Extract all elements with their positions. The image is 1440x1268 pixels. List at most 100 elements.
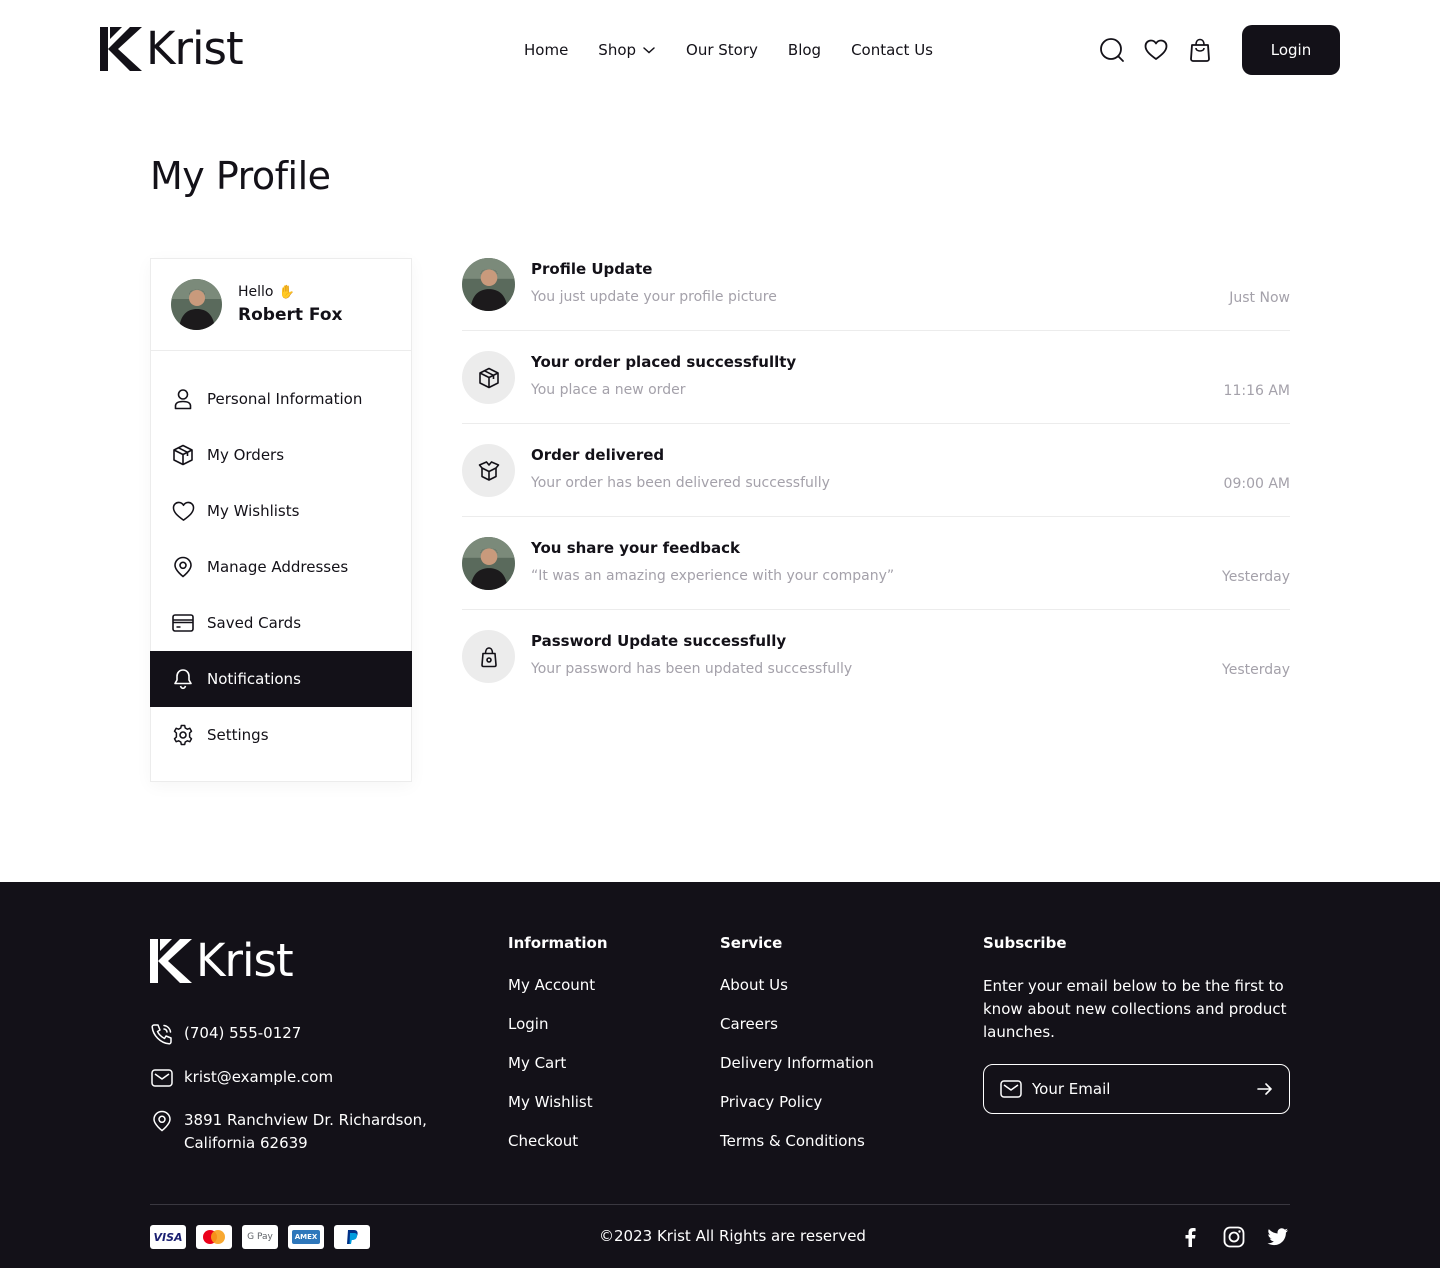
site-header: Krist Home Shop Our Story Blog Contact U…: [0, 0, 1440, 100]
footer-address: 3891 Ranchview Dr. Richardson, Californi…: [150, 1109, 427, 1155]
sidebar-menu: Personal Information My Orders My Wishli…: [150, 351, 412, 763]
footer-subscribe-column: Subscribe Enter your email below to be t…: [983, 933, 1293, 1114]
brand-logo[interactable]: Krist: [100, 22, 244, 75]
brand-name: Krist: [146, 22, 244, 75]
notification-description: Your password has been updated successfu…: [531, 661, 853, 677]
footer-information-column: Information My Account Login My Cart My …: [508, 933, 608, 1170]
amex-icon: AMEX: [288, 1225, 324, 1249]
footer-divider: [150, 1204, 1290, 1205]
notification-title: Password Update successfully: [531, 632, 787, 650]
notification-item[interactable]: Order delivered Your order has been deli…: [462, 424, 1290, 517]
subscribe-heading: Subscribe: [983, 934, 1067, 952]
notification-title: Profile Update: [531, 260, 653, 278]
mail-icon: [1000, 1079, 1022, 1099]
sidebar-item-my-orders[interactable]: My Orders: [151, 427, 411, 483]
avatar: [171, 279, 222, 330]
page-title: My Profile: [150, 154, 331, 198]
phone-icon: [150, 1022, 174, 1046]
notification-description: “It was an amazing experience with your …: [531, 568, 895, 584]
notification-item[interactable]: You share your feedback “It was an amazi…: [462, 517, 1290, 610]
sidebar-item-saved-cards[interactable]: Saved Cards: [151, 595, 411, 651]
brand-name: Krist: [196, 934, 294, 987]
footer-link-my-cart[interactable]: My Cart: [508, 1053, 608, 1073]
footer-link-careers[interactable]: Careers: [720, 1014, 874, 1034]
subscribe-email-input[interactable]: [1032, 1080, 1257, 1098]
nav-home[interactable]: Home: [524, 38, 568, 62]
facebook-icon[interactable]: [1178, 1225, 1202, 1249]
location-icon: [171, 555, 195, 579]
greeting: Hello ✋: [238, 284, 342, 300]
avatar: [462, 537, 515, 590]
notification-item[interactable]: Password Update successfully Your passwo…: [462, 610, 1290, 703]
nav-shop[interactable]: Shop: [598, 38, 656, 62]
gear-icon: [171, 723, 195, 747]
footer-link-my-wishlist[interactable]: My Wishlist: [508, 1092, 608, 1112]
payment-methods: VISA G Pay AMEX: [150, 1225, 380, 1249]
notification-item[interactable]: Profile Update You just update your prof…: [462, 238, 1290, 331]
lock-icon: [462, 630, 515, 683]
cart-bag-icon[interactable]: [1187, 37, 1213, 63]
sidebar-item-my-wishlists[interactable]: My Wishlists: [151, 483, 411, 539]
footer-brand-logo[interactable]: Krist: [150, 934, 294, 987]
user-name: Robert Fox: [238, 305, 343, 325]
instagram-icon[interactable]: [1222, 1225, 1246, 1249]
login-button[interactable]: Login: [1242, 25, 1340, 75]
footer-email[interactable]: krist@example.com: [150, 1066, 333, 1090]
nav-our-story[interactable]: Our Story: [686, 38, 758, 62]
nav-shop-label: Shop: [598, 41, 637, 59]
footer-service-column: Service About Us Careers Delivery Inform…: [720, 933, 874, 1170]
social-links: [1178, 1225, 1310, 1249]
sidebar-item-label: My Wishlists: [207, 502, 300, 520]
nav-contact-us[interactable]: Contact Us: [851, 38, 933, 62]
main-nav: Home Shop Our Story Blog Contact Us: [524, 38, 963, 62]
notification-time: Yesterday: [1222, 662, 1290, 678]
profile-sidebar: Hello ✋ Robert Fox Personal Information …: [150, 258, 412, 782]
arrow-right-icon[interactable]: [1257, 1082, 1273, 1096]
sidebar-item-settings[interactable]: Settings: [151, 707, 411, 763]
location-icon: [150, 1109, 174, 1133]
sidebar-item-personal-information[interactable]: Personal Information: [151, 371, 411, 427]
user-icon: [171, 387, 195, 411]
email-text: krist@example.com: [184, 1068, 334, 1086]
sidebar-item-label: Manage Addresses: [207, 558, 349, 576]
footer-link-login[interactable]: Login: [508, 1014, 608, 1034]
search-icon[interactable]: [1099, 37, 1125, 63]
krist-logo-icon: [150, 938, 192, 983]
greeting-text: Hello: [238, 284, 274, 300]
notifications-list: Profile Update You just update your prof…: [462, 238, 1290, 703]
mail-icon: [150, 1066, 174, 1090]
twitter-icon[interactable]: [1266, 1225, 1290, 1249]
subscribe-email-box: [983, 1064, 1290, 1114]
footer-link-checkout[interactable]: Checkout: [508, 1131, 608, 1151]
paypal-icon: [334, 1225, 370, 1249]
phone-text: (704) 555-0127: [184, 1024, 302, 1042]
visa-label: VISA: [153, 1230, 183, 1244]
gpay-label: G Pay: [247, 1232, 273, 1242]
notification-description: You just update your profile picture: [531, 289, 777, 305]
box-icon: [462, 351, 515, 404]
footer-link-my-account[interactable]: My Account: [508, 975, 608, 995]
footer-link-terms-conditions[interactable]: Terms & Conditions: [720, 1131, 874, 1151]
google-pay-icon: G Pay: [242, 1225, 278, 1249]
site-footer: Krist (704) 555-0127 krist@example.com 3…: [0, 882, 1440, 1268]
footer-link-privacy-policy[interactable]: Privacy Policy: [720, 1092, 874, 1112]
notification-description: You place a new order: [531, 382, 686, 398]
footer-link-delivery-information[interactable]: Delivery Information: [720, 1053, 874, 1073]
nav-home-label: Home: [524, 41, 569, 59]
avatar: [462, 258, 515, 311]
notification-time: Just Now: [1229, 290, 1290, 306]
notification-item[interactable]: Your order placed successfullty You plac…: [462, 331, 1290, 424]
sidebar-item-notifications[interactable]: Notifications: [150, 651, 412, 707]
nav-blog[interactable]: Blog: [788, 38, 821, 62]
footer-link-about-us[interactable]: About Us: [720, 975, 874, 995]
sidebar-item-label: Personal Information: [207, 390, 363, 408]
chevron-down-icon: [643, 47, 655, 54]
notification-description: Your order has been delivered successful…: [531, 475, 830, 491]
address-text: 3891 Ranchview Dr. Richardson, Californi…: [184, 1109, 427, 1155]
wishlist-heart-icon[interactable]: [1143, 37, 1169, 63]
sidebar-item-label: My Orders: [207, 446, 285, 464]
sidebar-item-manage-addresses[interactable]: Manage Addresses: [151, 539, 411, 595]
krist-logo-icon: [100, 26, 142, 71]
footer-phone[interactable]: (704) 555-0127: [150, 1022, 301, 1046]
waving-hand-icon: ✋: [278, 284, 295, 300]
